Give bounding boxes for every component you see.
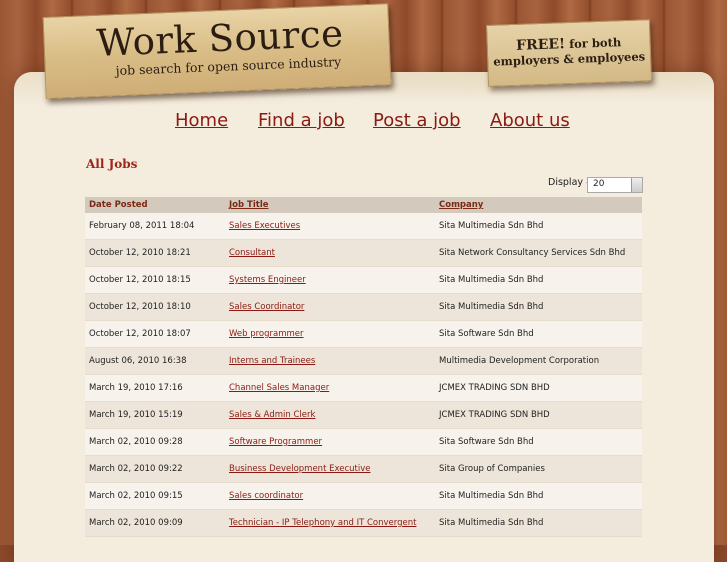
main-nav: Home Find a job Post a job About us: [0, 110, 727, 140]
nav-home[interactable]: Home: [175, 110, 228, 131]
table-row: August 06, 2010 16:38 Interns and Trainee…: [85, 347, 642, 375]
table-row: March 02, 2010 09:22 Business Development…: [85, 455, 642, 483]
cell-date: October 12, 2010 18:07: [85, 320, 225, 348]
free-label-rest: for both: [568, 35, 622, 51]
table-row: October 12, 2010 18:07 Web programmer Sita…: [85, 320, 642, 348]
nav-post-job[interactable]: Post a job: [373, 110, 461, 131]
job-title-link[interactable]: Software Programmer: [225, 428, 435, 456]
cell-date: March 02, 2010 09:28: [85, 428, 225, 456]
jobs-table: Date Posted Job Title Company February 0…: [85, 197, 642, 537]
cell-date: March 02, 2010 09:22: [85, 455, 225, 483]
job-title-link[interactable]: Sales & Admin Clerk: [225, 401, 435, 429]
cell-company: Sita Multimedia Sdn Bhd: [435, 509, 642, 537]
cell-company: Sita Multimedia Sdn Bhd: [435, 266, 642, 294]
job-title-link[interactable]: Sales Coordinator: [225, 293, 435, 321]
nav-about-us[interactable]: About us: [490, 110, 570, 131]
job-title-link[interactable]: Sales coordinator: [225, 482, 435, 510]
job-title-link[interactable]: Sales Executives: [225, 213, 435, 240]
column-date-label: Date Posted: [89, 200, 148, 210]
display-count-select[interactable]: 20: [587, 177, 643, 193]
chevron-down-icon[interactable]: [631, 178, 642, 192]
cell-company: Sita Group of Companies: [435, 455, 642, 483]
column-company-label[interactable]: Company: [439, 200, 483, 210]
cell-company: JCMEX TRADING SDN BHD: [435, 401, 642, 429]
cell-date: February 08, 2011 18:04: [85, 213, 225, 240]
job-title-link[interactable]: Web programmer: [225, 320, 435, 348]
cell-date: March 19, 2010 15:19: [85, 401, 225, 429]
cell-company: Sita Software Sdn Bhd: [435, 320, 642, 348]
cell-date: March 02, 2010 09:15: [85, 482, 225, 510]
cell-company: Sita Network Consultancy Services Sdn Bh…: [435, 239, 642, 267]
table-header-row: Date Posted Job Title Company: [85, 197, 642, 213]
cell-date: August 06, 2010 16:38: [85, 347, 225, 375]
job-title-link[interactable]: Business Development Executive: [225, 455, 435, 483]
table-row: March 19, 2010 15:19 Sales & Admin Clerk J…: [85, 401, 642, 429]
table-row: October 12, 2010 18:15 Systems Engineer Si…: [85, 266, 642, 294]
job-title-link[interactable]: Technician - IP Telephony and IT Converg…: [225, 509, 435, 537]
free-banner-text: FREE! for both employers & employees: [487, 34, 650, 70]
table-row: March 02, 2010 09:15 Sales coordinator Sit…: [85, 482, 642, 510]
cell-date: March 02, 2010 09:09: [85, 509, 225, 537]
site-logo[interactable]: Work Source job search for open source i…: [42, 3, 392, 99]
table-row: October 12, 2010 18:10 Sales Coordinator S…: [85, 293, 642, 321]
cell-date: October 12, 2010 18:15: [85, 266, 225, 294]
free-label: FREE!: [515, 36, 566, 54]
job-title-link[interactable]: Channel Sales Manager: [225, 374, 435, 402]
column-header-company[interactable]: Company: [435, 197, 642, 213]
cell-date: March 19, 2010 17:16: [85, 374, 225, 402]
cell-company: JCMEX TRADING SDN BHD: [435, 374, 642, 402]
display-count-value: 20: [593, 179, 605, 189]
nav-find-job[interactable]: Find a job: [258, 110, 345, 131]
job-title-link[interactable]: Consultant: [225, 239, 435, 267]
free-banner: FREE! for both employers & employees: [485, 19, 653, 87]
cell-company: Sita Multimedia Sdn Bhd: [435, 482, 642, 510]
column-header-title[interactable]: Job Title: [225, 197, 435, 213]
table-row: March 19, 2010 17:16 Channel Sales Manage…: [85, 374, 642, 402]
cell-company: Sita Software Sdn Bhd: [435, 428, 642, 456]
job-title-link[interactable]: Systems Engineer: [225, 266, 435, 294]
cell-date: October 12, 2010 18:10: [85, 293, 225, 321]
section-title: All Jobs: [86, 157, 138, 171]
column-header-date[interactable]: Date Posted: [85, 197, 225, 213]
table-row: March 02, 2010 09:28 Software Programmer S…: [85, 428, 642, 456]
cell-company: Sita Multimedia Sdn Bhd: [435, 213, 642, 240]
table-row: March 02, 2010 09:09 Technician - IP Tele…: [85, 509, 642, 537]
column-title-label[interactable]: Job Title: [229, 200, 269, 210]
cell-company: Multimedia Development Corporation: [435, 347, 642, 375]
cell-date: October 12, 2010 18:21: [85, 239, 225, 267]
cell-company: Sita Multimedia Sdn Bhd: [435, 293, 642, 321]
table-row: February 08, 2011 18:04 Sales Executives S…: [85, 213, 642, 240]
job-title-link[interactable]: Interns and Trainees: [225, 347, 435, 375]
table-row: October 12, 2010 18:21 Consultant Sita Net…: [85, 239, 642, 267]
